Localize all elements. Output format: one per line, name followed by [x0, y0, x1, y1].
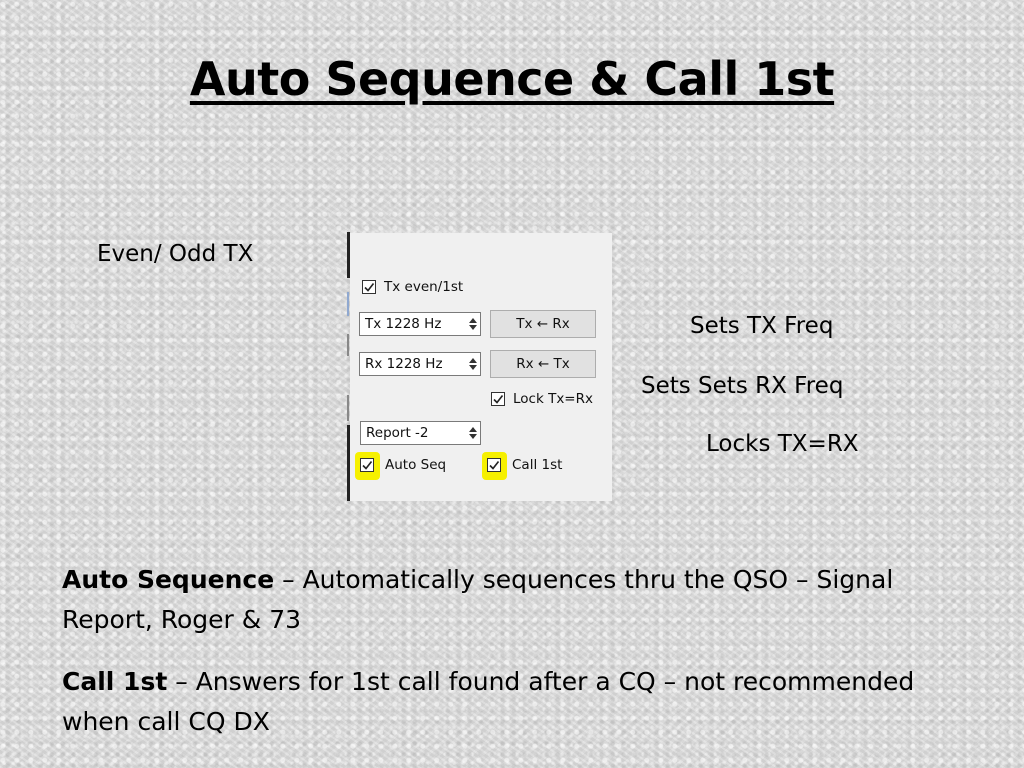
triangle-down-icon	[469, 434, 477, 439]
rx-freq-value: Rx 1228 Hz	[365, 356, 443, 372]
auto-seq-label: Auto Seq	[385, 457, 447, 473]
rx-freq-spinbox[interactable]: Rx 1228 Hz	[359, 352, 481, 376]
sets-tx-freq-label: Sets TX Freq	[690, 313, 834, 339]
description-term: Auto Sequence	[62, 565, 275, 594]
check-icon	[364, 283, 375, 292]
even-odd-label: Even/ Odd TX	[97, 241, 254, 267]
tx-even-label: Tx even/1st	[384, 279, 464, 295]
cropped-edge-marker	[347, 395, 349, 421]
description-text: – Answers for 1st call found after a CQ …	[62, 667, 915, 736]
sets-rx-freq-label: Sets Sets RX Freq	[641, 373, 844, 399]
check-icon	[493, 395, 504, 404]
auto-sequence-description: Auto Sequence – Automatically sequences …	[62, 560, 982, 640]
triangle-up-icon	[469, 358, 477, 363]
tx-even-checkbox[interactable]	[362, 280, 376, 294]
spin-arrows[interactable]	[466, 422, 480, 444]
cropped-edge-marker	[347, 292, 349, 316]
lock-tx-rx-label: Lock Tx=Rx	[513, 391, 593, 407]
locks-label: Locks TX=RX	[706, 431, 859, 457]
report-spinbox[interactable]: Report -2	[360, 421, 481, 445]
triangle-up-icon	[469, 427, 477, 432]
tx-freq-spinbox[interactable]: Tx 1228 Hz	[359, 312, 481, 336]
rx-from-tx-button[interactable]: Rx ← Tx	[490, 350, 596, 378]
report-value: Report -2	[366, 425, 429, 441]
description-term: Call 1st	[62, 667, 168, 696]
cropped-edge-marker	[347, 334, 349, 356]
call-1st-checkbox[interactable]	[487, 458, 501, 472]
spin-arrows[interactable]	[466, 313, 480, 335]
triangle-down-icon	[469, 325, 477, 330]
cropped-edge-marker	[347, 232, 350, 278]
slide-title: Auto Sequence & Call 1st	[189, 52, 835, 106]
auto-seq-checkbox[interactable]	[360, 458, 374, 472]
lock-tx-rx-checkbox[interactable]	[491, 392, 505, 406]
tx-freq-value: Tx 1228 Hz	[365, 316, 442, 332]
check-icon	[362, 461, 373, 470]
triangle-down-icon	[469, 365, 477, 370]
cropped-edge-marker	[347, 425, 350, 501]
call-1st-label: Call 1st	[512, 457, 563, 473]
call-1st-description: Call 1st – Answers for 1st call found af…	[62, 662, 982, 742]
spin-arrows[interactable]	[466, 353, 480, 375]
tx-from-rx-button[interactable]: Tx ← Rx	[490, 310, 596, 338]
triangle-up-icon	[469, 318, 477, 323]
check-icon	[489, 461, 500, 470]
